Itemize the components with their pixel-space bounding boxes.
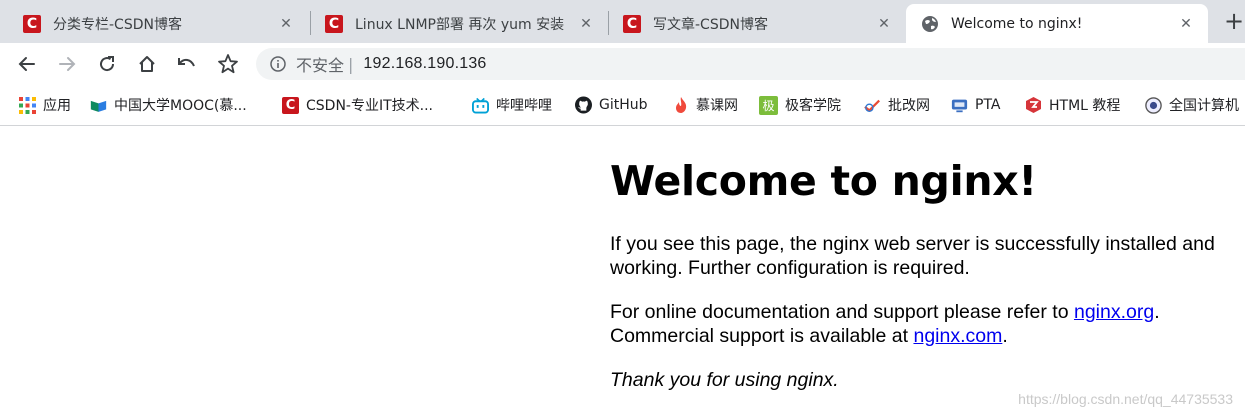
csdn-logo-icon: C [325,14,343,33]
tab-strip: C 分类专栏-CSDN博客 ✕ C Linux LNMP部署 再次 yum 安装… [0,0,1245,43]
home-icon[interactable] [135,52,159,76]
forward-arrow-icon[interactable] [55,52,79,76]
bookmark-ncre[interactable]: 全国计算机 [1145,95,1239,115]
bookmark-label: 哔哩哔哩 [496,98,552,114]
bookmark-label: 应用 [43,98,71,114]
close-tab-icon[interactable]: ✕ [578,16,594,32]
browser-toolbar: 不安全 | 192.168.190.136 [0,43,1245,85]
csdn-logo-icon: C [623,14,641,33]
bookmark-jikexueyuan[interactable]: 极 极客学院 [759,95,841,115]
close-tab-icon[interactable]: ✕ [876,16,892,32]
csdn-logo-icon: C [23,14,41,33]
support-message: For online documentation and support ple… [610,300,1245,348]
close-tab-icon[interactable]: ✕ [278,16,294,32]
imooc-flame-icon [672,97,689,114]
bookmark-label: CSDN-专业IT技术... [306,98,433,114]
globe-icon [921,15,939,33]
bookmark-apps[interactable]: 应用 [19,95,71,115]
info-icon[interactable] [270,56,286,72]
bookmark-label: 中国大学MOOC(慕... [114,98,247,114]
close-tab-icon[interactable]: ✕ [1178,16,1194,32]
bookmark-label: 批改网 [888,98,930,114]
nginx-org-link[interactable]: nginx.org [1074,301,1154,323]
back-arrow-icon[interactable] [15,52,39,76]
github-icon [575,96,592,114]
bookmark-label: 极客学院 [785,98,841,114]
tab-welcome-nginx[interactable]: Welcome to nginx! ✕ [906,4,1208,43]
tab-title: 写文章-CSDN博客 [653,16,768,33]
ncre-icon [1145,96,1162,114]
separator: | [348,54,354,74]
bookmark-pigai[interactable]: 批改网 [864,95,930,115]
bookmark-label: 全国计算机 [1169,98,1239,114]
tab-title: Linux LNMP部署 再次 yum 安装 [355,16,565,33]
pigai-icon [864,97,881,114]
url-text[interactable]: 192.168.190.136 [363,55,486,73]
bookmark-label: PTA [975,97,1001,113]
nginx-com-link[interactable]: nginx.com [913,325,1002,347]
address-bar[interactable]: 不安全 | 192.168.190.136 [256,48,1245,80]
bookmark-star-icon[interactable] [216,52,240,76]
bilibili-icon [472,97,489,114]
pta-icon [951,97,968,114]
bookmark-label: 慕课网 [696,98,738,114]
bookmark-imooc[interactable]: 慕课网 [672,95,738,115]
security-status-label[interactable]: 不安全 [296,52,344,76]
bookmark-mooc[interactable]: 中国大学MOOC(慕... [90,95,247,115]
apps-grid-icon [19,96,36,114]
reload-icon[interactable] [95,52,119,76]
tab-write-article[interactable]: C 写文章-CSDN博客 ✕ [608,4,906,43]
bookmark-html-tutorial[interactable]: HTML 教程 [1025,95,1120,115]
watermark: https://blog.csdn.net/qq_44735533 [1018,391,1233,407]
bookmark-csdn[interactable]: C CSDN-专业IT技术... [282,95,433,115]
runoob-icon [1025,97,1042,114]
mooc-icon [90,97,107,114]
page-content: Welcome to nginx! If you see this page, … [0,126,1245,413]
csdn-logo-icon: C [282,96,299,114]
tab-title: Welcome to nginx! [951,15,1083,32]
bookmark-label: HTML 教程 [1049,98,1121,114]
bookmark-github[interactable]: GitHub [575,95,648,115]
bookmark-label: GitHub [599,97,648,113]
install-message: If you see this page, the nginx web serv… [610,233,1215,279]
new-tab-icon[interactable]: + [1222,9,1245,34]
bookmark-bilibili[interactable]: 哔哩哔哩 [472,95,552,115]
tab-title: 分类专栏-CSDN博客 [53,16,182,33]
support-text: For online documentation and support ple… [610,301,1074,323]
page-heading: Welcome to nginx! [610,157,1037,205]
bookmark-pta[interactable]: PTA [951,95,1000,115]
tab-linux-lnmp[interactable]: C Linux LNMP部署 再次 yum 安装 ✕ [310,4,608,43]
undo-icon[interactable] [175,52,199,76]
tab-csdn-columns[interactable]: C 分类专栏-CSDN博客 ✕ [8,4,308,43]
jikexueyuan-icon: 极 [759,95,778,115]
thank-you-message: Thank you for using nginx. [610,369,839,391]
bookmarks-bar: 应用 中国大学MOOC(慕... C CSDN-专业IT技术... 哔哩哔哩 G… [0,85,1245,126]
support-text: . [1002,325,1008,347]
